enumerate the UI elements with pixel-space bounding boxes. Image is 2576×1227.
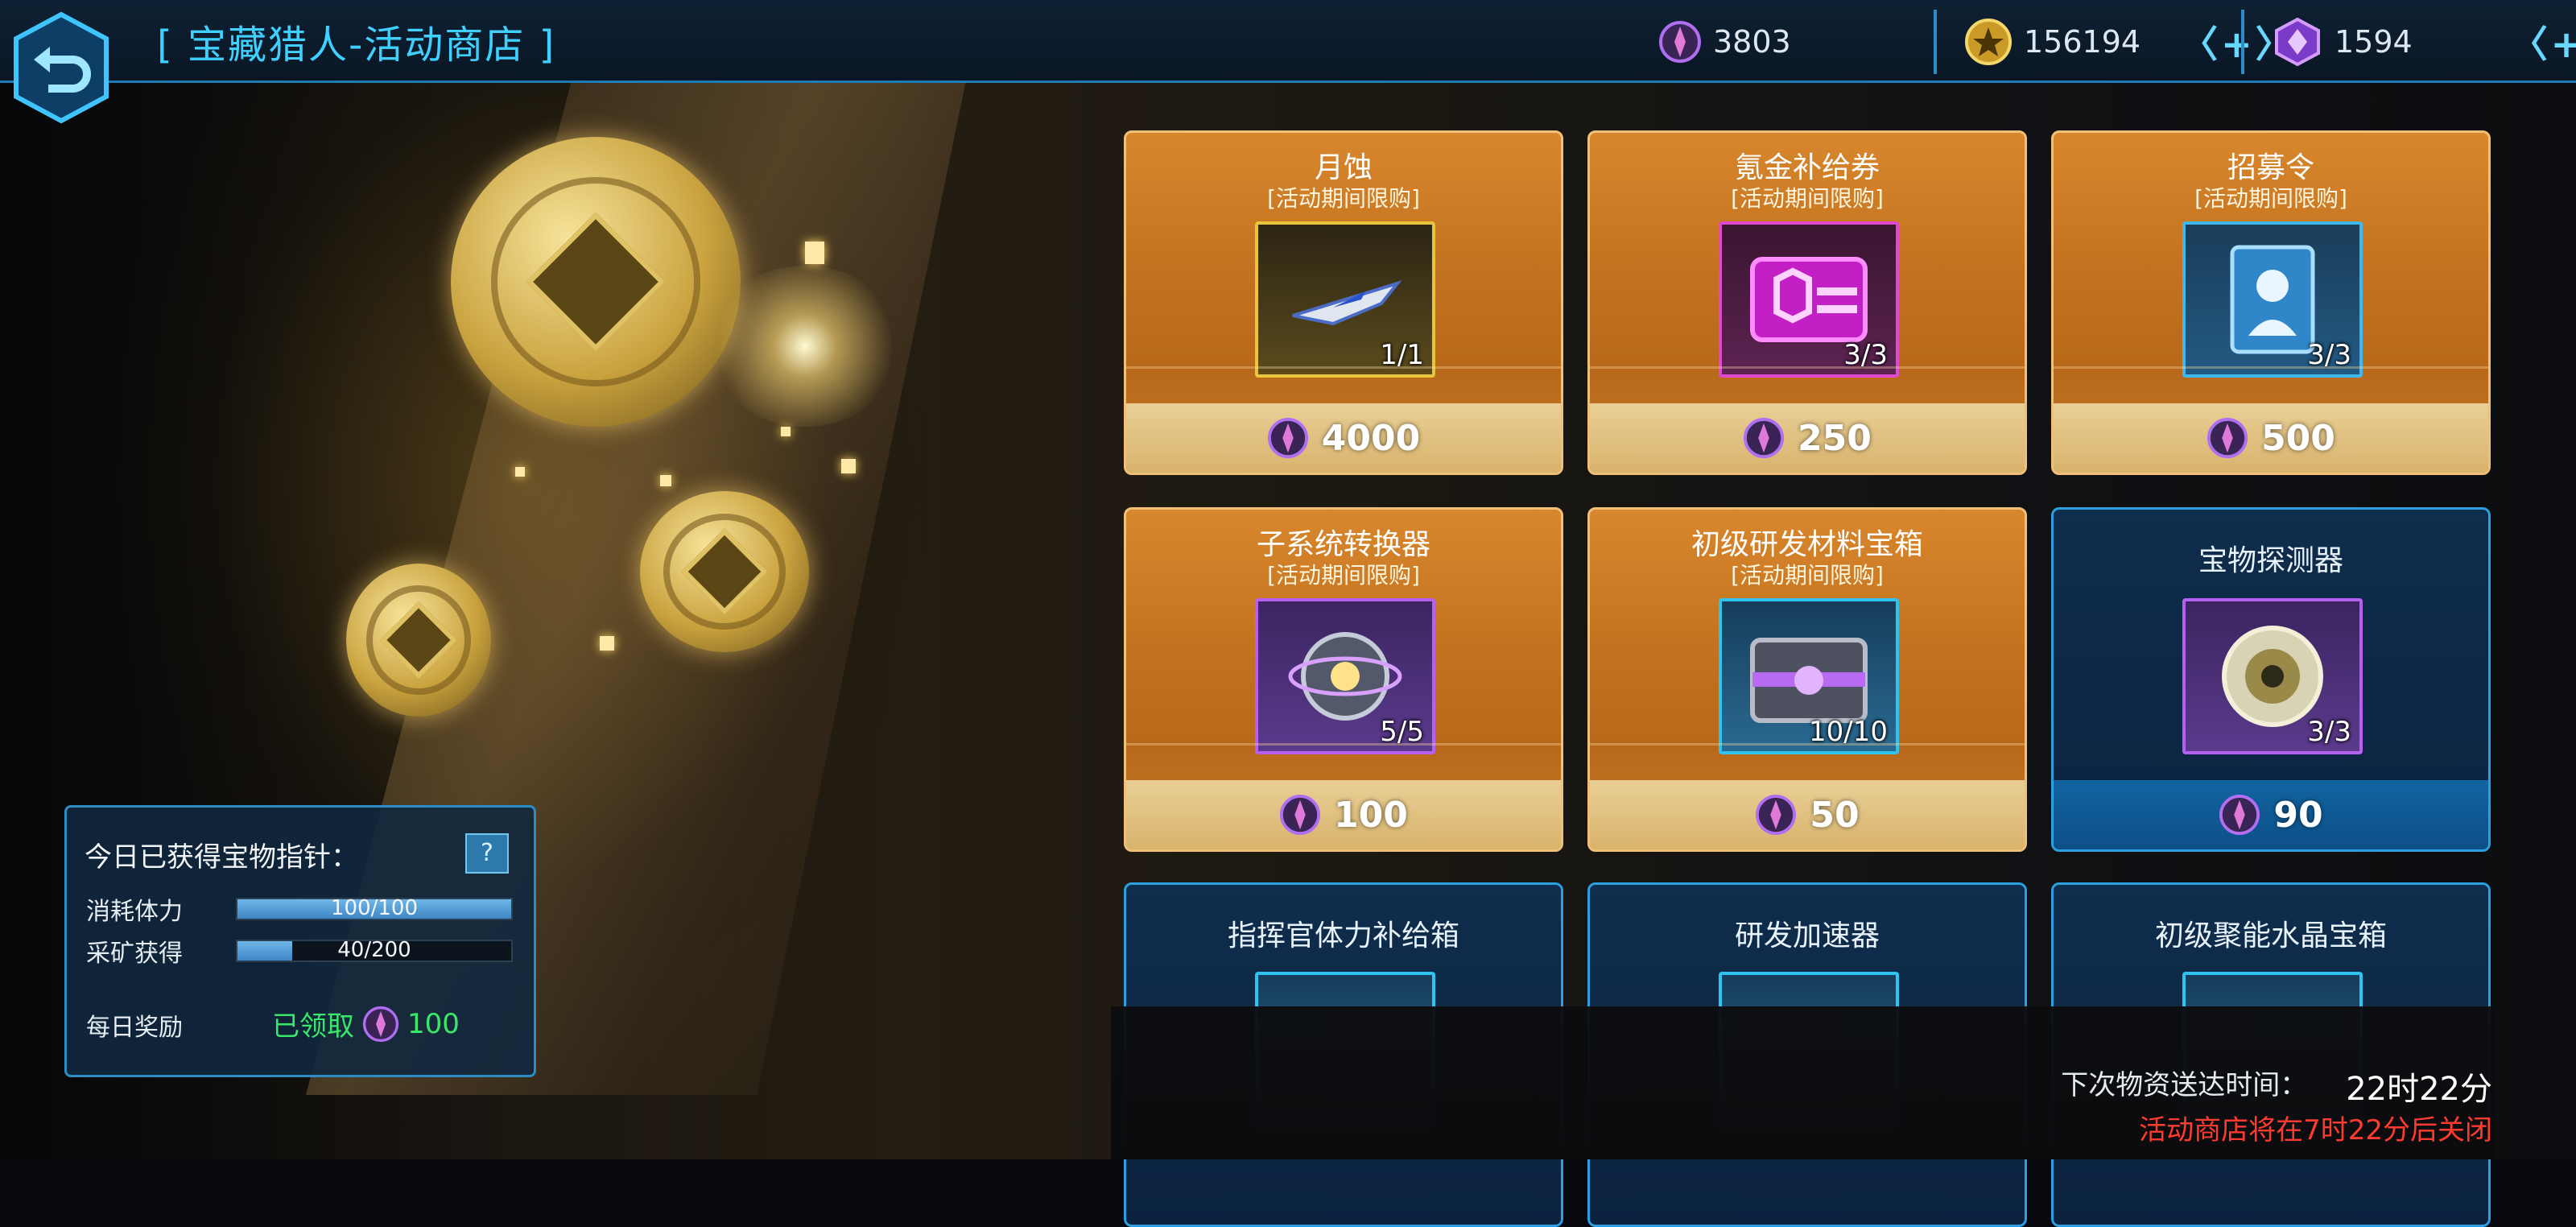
card-pattern [1590,743,2025,778]
crystal-token-icon [1267,417,1308,459]
item-image-frame[interactable]: 3/3 [1719,221,1899,378]
help-button[interactable]: ? [465,833,509,874]
item-image-frame[interactable]: 3/3 [2182,221,2363,378]
buy-price-button[interactable]: 90 [2054,780,2488,849]
card-pattern [1590,366,2025,401]
small-coin-right-art [640,491,809,652]
crystal-token-icon [2219,794,2260,836]
price-value: 100 [1334,794,1408,836]
item-image-frame[interactable]: 5/5 [1255,598,1435,754]
item-name: 招募令 [2227,151,2314,184]
buy-price-button[interactable]: 250 [1590,403,2025,473]
card-pattern [1126,743,1561,778]
crystal-token-icon [1280,794,1321,836]
stamina-progress-bar: 100/100 [236,896,513,920]
next-delivery-label: 下次物资送达时间： [2061,1069,2308,1101]
price-value: 50 [1810,794,1860,836]
gold-currency: 156194 〈+〉 [1964,14,2296,69]
shop-close-notice: 活动商店将在7时22分后关闭 [2139,1114,2492,1146]
item-purchase-limit: [活动期间限购] [1731,185,1884,212]
gold-coin-icon [1965,19,2012,65]
item-purchase-limit: [活动期间限购] [1731,562,1884,589]
top-bar: [ 宝藏猎人-活动商店 ] 3803 156194 〈+〉 1594 〈+〉 [0,0,2576,124]
sun-glow-art [708,266,902,427]
next-delivery: 下次物资送达时间： 22时22分 [2061,1063,2492,1109]
add-gem-button[interactable]: 〈+〉 [2511,15,2576,68]
shop-item-card[interactable]: 氪金补给券 [活动期间限购] 3/3 250 [1587,130,2027,475]
crystal-token-icon [1756,794,1797,836]
page-title: [ 宝藏猎人-活动商店 ] [157,23,556,68]
stamina-label: 消耗体力 [86,898,183,926]
purple-gem-icon [2275,17,2320,67]
treasure-pointer-panel: 今日已获得宝物指针： ? 消耗体力 100/100 采矿获得 40/200 每日… [64,805,536,1077]
daily-reward-label: 每日奖励 [86,1014,183,1042]
back-arrow-icon [14,11,109,124]
buy-price-button[interactable]: 4000 [1126,403,1561,473]
sparkle [841,459,856,473]
price-value: 90 [2273,794,2323,836]
card-pattern [1126,366,1561,401]
item-purchase-limit: [活动期间限购] [1267,562,1420,589]
next-delivery-time: 22时22分 [2346,1071,2492,1108]
mining-progress-bar: 40/200 [236,938,513,962]
crystal-currency: 3803 [1658,14,1791,69]
large-coin-art [451,137,741,427]
item-name: 宝物探测器 [2198,544,2343,577]
sparkle [805,242,824,264]
price-value: 4000 [1321,417,1421,459]
buy-price-button[interactable]: 100 [1126,780,1561,849]
item-name: 初级聚能水晶宝箱 [2154,919,2387,952]
sparkle [515,467,525,477]
item-name: 指挥官体力补给箱 [1227,919,1459,952]
shop-item-card[interactable]: 招募令 [活动期间限购] 3/3 500 [2051,130,2491,475]
gem-amount: 1594 [2334,24,2413,60]
item-purchase-limit: [活动期间限购] [2194,185,2347,212]
buy-price-button[interactable]: 50 [1590,780,2025,849]
item-image-frame[interactable]: 3/3 [2182,598,2363,754]
daily-reward-amount: 100 [407,1007,460,1040]
sparkle [781,427,791,436]
crystal-token-icon [2207,417,2248,459]
shop-item-card[interactable]: 初级研发材料宝箱 [活动期间限购] 10/10 50 [1587,507,2027,852]
price-value: 250 [1798,417,1872,459]
shop-item-card[interactable]: 月蚀 [活动期间限购] 1/1 4000 [1124,130,1563,475]
buy-price-button[interactable]: 500 [2054,403,2488,473]
mining-value: 40/200 [337,938,411,962]
crystal-amount: 3803 [1713,24,1791,60]
shop-item-card[interactable]: 宝物探测器 3/3 90 [2051,507,2491,852]
crystal-token-icon [1744,417,1785,459]
shop-item-card[interactable]: 子系统转换器 [活动期间限购] 5/5 100 [1124,507,1563,852]
price-value: 500 [2261,417,2335,459]
item-image-frame[interactable]: 1/1 [1255,221,1435,378]
item-name: 氪金补给券 [1734,151,1880,184]
sparkle [660,475,671,486]
item-image-frame[interactable]: 10/10 [1719,598,1899,754]
panel-title: 今日已获得宝物指针： [85,841,358,874]
stamina-value: 100/100 [330,896,418,920]
item-stock: 3/3 [2307,716,2351,748]
gold-amount: 156194 [2024,24,2141,60]
divider [1934,10,1937,74]
item-purchase-limit: [活动期间限购] [1267,185,1420,212]
small-coin-left-art [346,564,491,717]
mining-label: 采矿获得 [86,940,183,968]
sparkle [600,636,614,651]
crystal-token-icon [362,1006,399,1042]
daily-reward-status: 已领取 100 [272,1004,460,1043]
item-name: 子系统转换器 [1256,528,1430,561]
item-name: 研发加速器 [1734,919,1880,952]
card-pattern [2054,366,2488,401]
crystal-token-icon [1659,21,1701,63]
back-button[interactable] [11,11,111,124]
gem-currency: 1594 〈+〉 [2272,14,2576,69]
item-name: 月蚀 [1314,151,1373,184]
item-name: 初级研发材料宝箱 [1690,528,1923,561]
divider [2241,10,2244,74]
claimed-text: 已领取 [272,1010,354,1043]
